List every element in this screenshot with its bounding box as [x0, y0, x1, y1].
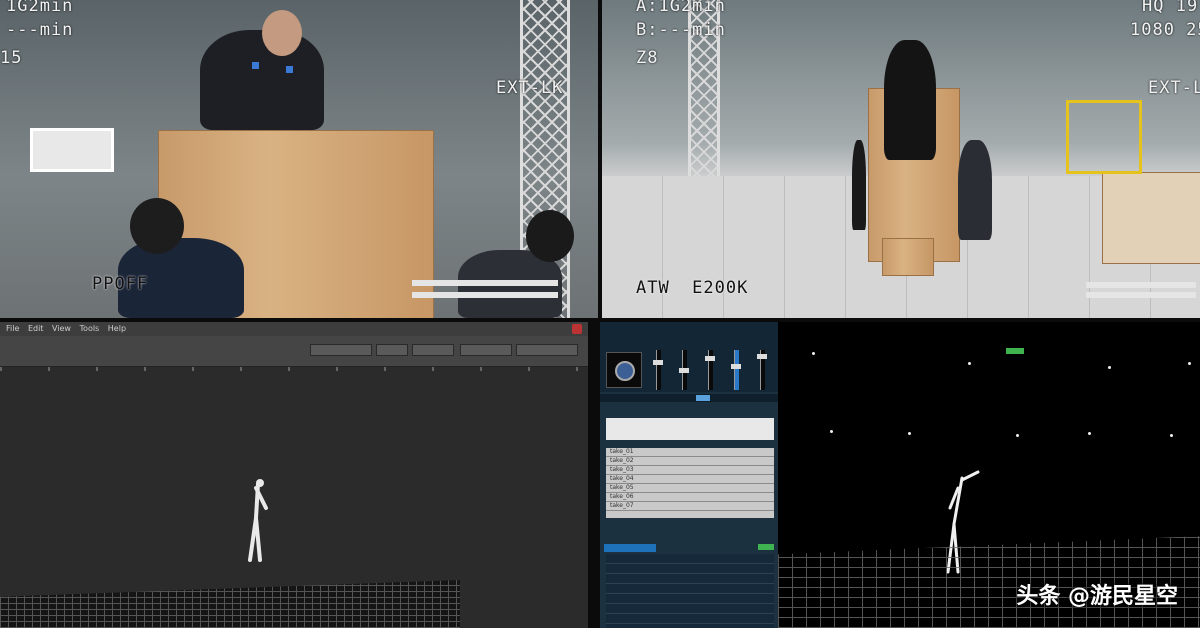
list-item[interactable]: take_03: [606, 466, 774, 475]
timeline-ruler[interactable]: [0, 367, 588, 371]
control-sidebar: take_01 take_02 take_03 take_04 take_05 …: [600, 322, 778, 628]
osd-bottom: ATW E200K: [636, 278, 749, 298]
list-item[interactable]: take_07: [606, 502, 774, 511]
toolbar-button[interactable]: [310, 344, 372, 356]
performer-head: [262, 10, 302, 56]
yellow-rig: [1066, 100, 1142, 174]
osd-resolution: 1080 25: [1130, 20, 1200, 40]
record-toggle[interactable]: [758, 544, 774, 550]
slider[interactable]: [653, 350, 663, 390]
menu-view[interactable]: View: [52, 324, 71, 333]
side-box: [1102, 172, 1200, 264]
camera-feed-top-left: 1G2min ---min 15 EXT-LK PPOFF: [0, 0, 598, 318]
list-item[interactable]: take_02: [606, 457, 774, 466]
window: [30, 128, 114, 172]
osd-mode: EXT-L: [1148, 78, 1200, 98]
camera-marker: [1088, 432, 1091, 435]
spotter-left: [852, 140, 866, 230]
helper-right-head: [526, 210, 574, 262]
menu-edit[interactable]: Edit: [28, 324, 44, 333]
camera-marker: [968, 362, 971, 365]
camera-feed-top-right: A:1G2min B:---min Z8 HQ 19 1080 25 EXT-L…: [602, 0, 1200, 318]
tab-button[interactable]: [604, 544, 630, 552]
tab-bar[interactable]: [600, 394, 778, 402]
camera-marker: [908, 432, 911, 435]
mocap-marker: [286, 66, 293, 73]
list-item[interactable]: take_01: [606, 448, 774, 457]
camera-marker: [1188, 362, 1191, 365]
climbing-performer: [884, 40, 936, 160]
camera-icon: [606, 352, 642, 388]
toolbar-button[interactable]: [376, 344, 408, 356]
osd-zoom: 15: [0, 48, 23, 68]
list-item[interactable]: take_06: [606, 493, 774, 502]
osd-time-b: B:---min: [636, 20, 726, 40]
menu-file[interactable]: File: [6, 324, 19, 333]
audio-meter: [1086, 282, 1196, 288]
slider[interactable]: [679, 350, 689, 390]
camera-marker: [812, 352, 815, 355]
status-indicator: [1006, 348, 1024, 354]
properties-panel: [606, 554, 774, 628]
animation-software-window: File Edit View Tools Help: [0, 322, 588, 628]
slider[interactable]: [731, 350, 741, 390]
skeleton-figure: [248, 479, 268, 562]
toolbar: [0, 336, 588, 367]
performer-top: [200, 30, 324, 130]
list-item[interactable]: take_04: [606, 475, 774, 484]
list-item[interactable]: take_05: [606, 484, 774, 493]
menu-help[interactable]: Help: [108, 324, 126, 333]
osd-time-a: A:1G2min: [636, 0, 726, 16]
close-icon[interactable]: [572, 324, 582, 334]
osd-time-a: 1G2min: [6, 0, 74, 16]
slider[interactable]: [757, 350, 767, 390]
osd-quality: HQ 19: [1142, 0, 1199, 16]
osd-time-b: ---min: [6, 20, 74, 40]
camera-marker: [1016, 434, 1019, 437]
osd-mode: EXT-LK: [496, 78, 564, 98]
camera-marker: [830, 430, 833, 433]
tab-button[interactable]: [630, 544, 656, 552]
audio-meter: [412, 292, 558, 298]
toolbar-button[interactable]: [412, 344, 454, 356]
ground-grid: [0, 580, 460, 628]
camera-marker: [1170, 434, 1173, 437]
info-panel: [606, 418, 774, 440]
toolbar-button[interactable]: [516, 344, 578, 356]
take-list: take_01 take_02 take_03 take_04 take_05 …: [606, 448, 774, 518]
spotter: [958, 140, 992, 240]
watermark-text: 头条 @游民星空: [1016, 584, 1178, 609]
osd-bottom: PPOFF: [92, 274, 149, 294]
osd-zoom: Z8: [636, 48, 659, 68]
menu-tools[interactable]: Tools: [80, 324, 100, 333]
menu-bar: File Edit View Tools Help: [0, 322, 588, 336]
audio-meter: [1086, 292, 1196, 298]
camera-marker: [1108, 366, 1111, 369]
audio-meter: [412, 280, 558, 286]
small-box: [882, 238, 934, 276]
toolbar-button[interactable]: [460, 344, 512, 356]
mocap-marker: [252, 62, 259, 69]
camera-panel: [600, 322, 778, 392]
helper-left-head: [130, 198, 184, 254]
slider[interactable]: [705, 350, 715, 390]
